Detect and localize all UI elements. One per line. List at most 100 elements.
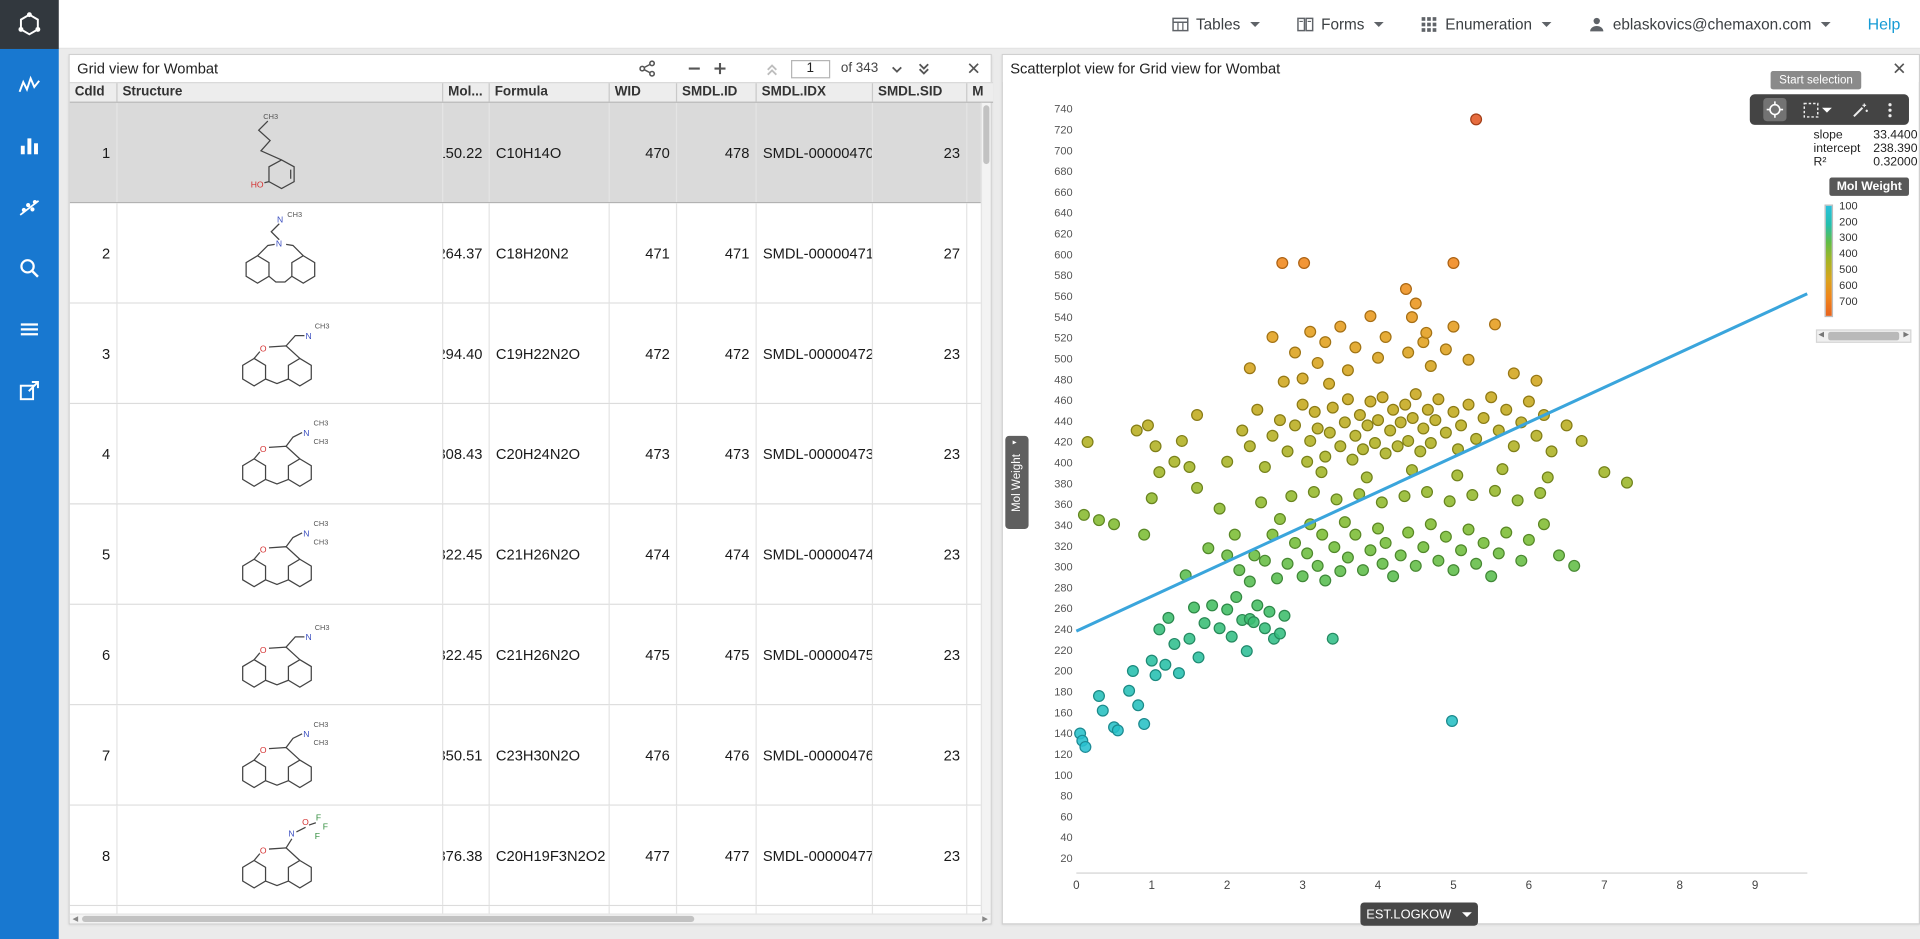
svg-text:CH3: CH3 xyxy=(263,111,278,120)
column-header-cdid[interactable]: CdId xyxy=(70,83,118,101)
point-select-button[interactable] xyxy=(1763,98,1786,121)
table-row[interactable]: 4 O N CH3 CH3 308.43C20H24N2O473473SMDL-… xyxy=(70,404,983,504)
data-point xyxy=(1516,555,1527,566)
data-point xyxy=(1299,258,1310,269)
svg-text:320: 320 xyxy=(1054,541,1072,553)
page-number-input[interactable] xyxy=(791,59,830,77)
data-point xyxy=(1327,633,1338,644)
horizontal-scrollbar-thumb[interactable] xyxy=(82,916,694,922)
svg-text:440: 440 xyxy=(1054,416,1072,428)
svg-text:O: O xyxy=(259,845,266,855)
column-header-structure[interactable]: Structure xyxy=(118,83,444,101)
cell-formula: C19H22N2O xyxy=(490,304,610,403)
user-menu[interactable]: eblaskovics@chemaxon.com xyxy=(1588,15,1831,32)
vertical-scrollbar-thumb[interactable] xyxy=(983,105,989,164)
vertical-scrollbar[interactable] xyxy=(981,103,991,916)
column-header-mo[interactable]: MO xyxy=(967,83,983,101)
magic-wand-button[interactable] xyxy=(1849,99,1871,121)
scroll-right-arrow[interactable]: ▶ xyxy=(980,914,991,924)
sidebar-item-export-view[interactable] xyxy=(9,370,51,412)
table-row[interactable]: 2 N N CH3 264.37C18H20N2471471SMDL-00000… xyxy=(70,203,983,303)
column-header-formula[interactable]: Formula xyxy=(490,83,610,101)
last-record-button[interactable] xyxy=(916,61,932,77)
scroll-left-arrow[interactable]: ◀ xyxy=(70,914,81,924)
double-chevron-up-icon xyxy=(764,61,780,77)
x-axis-selector-button[interactable]: EST.LOGKOW xyxy=(1360,902,1478,925)
help-link[interactable]: Help xyxy=(1868,15,1901,33)
data-point xyxy=(1362,420,1373,431)
bar-chart-icon xyxy=(17,133,41,157)
data-point xyxy=(1290,538,1301,549)
data-point xyxy=(1418,542,1429,553)
data-point xyxy=(1490,486,1501,497)
legend-tick: 100 xyxy=(1839,200,1857,212)
svg-text:260: 260 xyxy=(1054,603,1072,615)
legend-scrollbar[interactable]: ◀ ▶ xyxy=(1816,329,1912,342)
column-header-smdl-idx[interactable]: SMDL.IDX xyxy=(757,83,873,101)
svg-text:500: 500 xyxy=(1054,353,1072,365)
data-point xyxy=(1231,592,1242,603)
data-points[interactable] xyxy=(1075,114,1633,752)
y-axis-selector-button[interactable]: ▸ Mol Weight xyxy=(1005,436,1028,529)
table-row[interactable]: 1 CH3 HO 150.22C10H14O470478SMDL-0000047… xyxy=(70,103,983,203)
cell-mol-weight: 294.40 xyxy=(443,304,490,403)
grid-panel-close-button[interactable]: ✕ xyxy=(964,60,983,77)
column-header-smdl-id[interactable]: SMDL.ID xyxy=(677,83,757,101)
data-point xyxy=(1279,610,1290,621)
svg-text:O: O xyxy=(259,544,266,554)
data-point xyxy=(1343,552,1354,563)
column-header-mol[interactable]: Mol... xyxy=(443,83,490,101)
nav-tables[interactable]: Tables xyxy=(1172,15,1260,32)
scatter-panel-close-button[interactable]: ✕ xyxy=(1890,60,1909,77)
cell-mol-weight: 308.43 xyxy=(443,404,490,503)
data-point xyxy=(1163,612,1174,623)
data-point xyxy=(1524,534,1535,545)
next-record-button[interactable] xyxy=(889,61,905,77)
nav-forms[interactable]: Forms xyxy=(1297,15,1384,32)
cell-formula: C20H24N2O xyxy=(490,404,610,503)
data-point xyxy=(1355,410,1366,421)
legend-scrollbar-thumb[interactable] xyxy=(1828,332,1899,341)
data-point xyxy=(1365,311,1376,322)
data-point xyxy=(1339,417,1350,428)
more-options-button[interactable] xyxy=(1885,99,1896,121)
data-point xyxy=(1260,555,1271,566)
molecule-structure: O N CH3 CH3 xyxy=(194,708,365,801)
table-row[interactable]: 5 O N CH3 CH3 322.45C21H26N2O474474SMDL-… xyxy=(70,504,983,604)
sidebar-item-barchart-view[interactable] xyxy=(9,125,51,167)
sidebar-item-list-view[interactable] xyxy=(9,309,51,351)
cell-structure: O N CH3 xyxy=(118,605,444,704)
data-point xyxy=(1365,545,1376,556)
main-content: Grid view for Wombat xyxy=(59,49,1920,939)
first-record-button[interactable] xyxy=(764,61,780,77)
share-button[interactable] xyxy=(639,60,655,77)
column-header-wid[interactable]: WID xyxy=(610,83,677,101)
cell-formula: C21H26N2O xyxy=(490,605,610,704)
nav-enumeration[interactable]: Enumeration xyxy=(1421,15,1552,32)
data-point xyxy=(1320,451,1331,462)
scatter-chart[interactable]: 2040608010012014016018020022024026028030… xyxy=(1003,55,1919,923)
chemaxon-logo[interactable] xyxy=(0,0,59,48)
column-header-smdl-sid[interactable]: SMDL.SID xyxy=(873,83,967,101)
cell-smdl-idx: SMDL-00000473 xyxy=(757,404,873,503)
svg-text:540: 540 xyxy=(1054,312,1072,324)
chevron-down-icon xyxy=(1821,21,1831,26)
horizontal-scrollbar[interactable]: ◀ ▶ xyxy=(70,913,991,923)
legend-scroll-left-arrow[interactable]: ◀ xyxy=(1818,331,1824,342)
data-point xyxy=(1448,407,1459,418)
sidebar-item-scatterplot-view[interactable] xyxy=(9,186,51,228)
marquee-select-button[interactable] xyxy=(1800,99,1834,121)
zoom-out-button[interactable] xyxy=(687,61,702,76)
data-point xyxy=(1222,456,1233,467)
table-row[interactable]: 3 O N CH3 294.40C19H22N2O472472SMDL-0000… xyxy=(70,304,983,404)
zoom-in-button[interactable] xyxy=(712,61,727,76)
svg-text:F: F xyxy=(314,830,319,840)
table-row[interactable]: 8 O N O F F F 376.38C20H19F3N2O2477477SM… xyxy=(70,806,983,906)
table-row[interactable]: 6 O N CH3 322.45C21H26N2O475475SMDL-0000… xyxy=(70,605,983,705)
data-point xyxy=(1370,438,1381,449)
sidebar-item-search-view[interactable] xyxy=(9,247,51,289)
data-point xyxy=(1207,600,1218,611)
legend-scroll-right-arrow[interactable]: ▶ xyxy=(1903,331,1909,342)
table-row[interactable]: 7 O N CH3 CH3 350.51C23H30N2O476476SMDL-… xyxy=(70,705,983,805)
sidebar-item-distribution-view[interactable] xyxy=(9,64,51,106)
